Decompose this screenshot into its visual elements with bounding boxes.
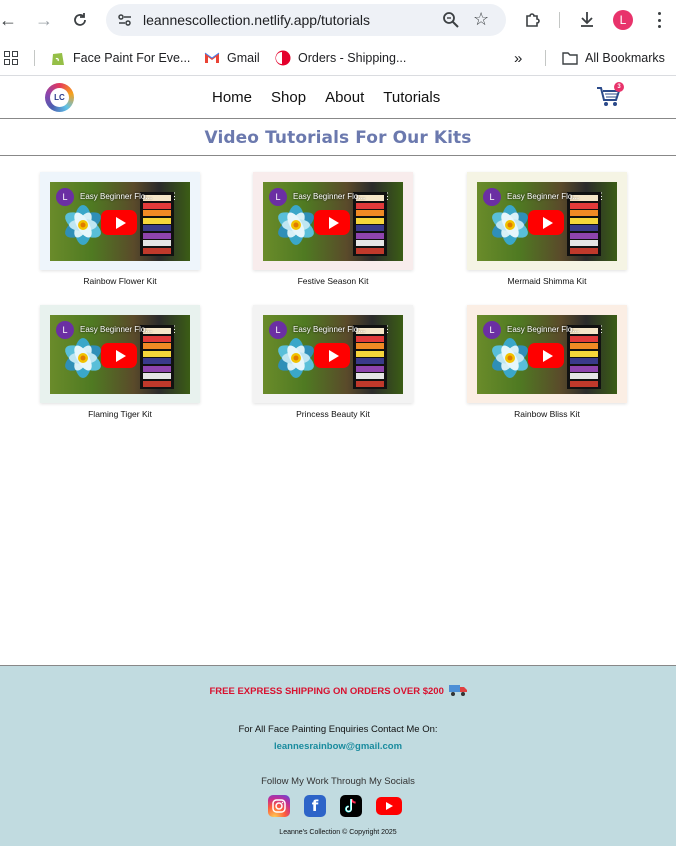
youtube-embed[interactable]: L Easy Beginner Flo... ⋮ (263, 315, 403, 394)
bookmark-star-icon[interactable]: ☆ (473, 9, 489, 30)
play-button[interactable] (314, 210, 350, 235)
page-title: Video Tutorials For Our Kits (204, 128, 472, 148)
shopify-icon (50, 50, 66, 66)
video-card: L Easy Beginner Flo... ⋮ (467, 172, 627, 270)
play-button[interactable] (101, 343, 137, 368)
video-title[interactable]: Easy Beginner Flo... (80, 192, 152, 201)
address-bar[interactable]: leannescollection.netlify.app/tutorials … (106, 4, 506, 36)
video-card: L Easy Beginner Flo... ⋮ (253, 172, 413, 270)
kit-label: Festive Season Kit (297, 276, 369, 286)
channel-avatar[interactable]: L (269, 188, 287, 206)
kit-label: Flaming Tiger Kit (88, 409, 152, 419)
url-text[interactable]: leannescollection.netlify.app/tutorials (143, 12, 370, 28)
zoom-icon[interactable] (442, 11, 460, 29)
socials-heading: Follow My Work Through My Socials (261, 776, 415, 787)
youtube-icon[interactable] (376, 797, 402, 815)
facebook-icon[interactable]: f (304, 795, 326, 817)
tiktok-icon[interactable] (340, 795, 362, 817)
site-settings-icon[interactable] (116, 11, 134, 29)
channel-avatar[interactable]: L (56, 188, 74, 206)
back-icon[interactable]: ← (0, 8, 20, 32)
apps-icon[interactable] (4, 48, 18, 68)
nav-tutorials[interactable]: Tutorials (383, 89, 440, 106)
youtube-embed[interactable]: L Easy Beginner Flo... ⋮ (50, 315, 190, 394)
video-title[interactable]: Easy Beginner Flo... (507, 192, 579, 201)
play-button[interactable] (314, 343, 350, 368)
forward-icon[interactable]: → (32, 8, 56, 32)
video-title[interactable]: Easy Beginner Flo... (293, 325, 365, 334)
shipping-banner: FREE EXPRESS SHIPPING ON ORDERS OVER $20… (0, 684, 676, 699)
kit-label: Mermaid Shimma Kit (507, 276, 587, 286)
video-card: L Easy Beginner Flo... ⋮ (467, 305, 627, 403)
all-bookmarks[interactable]: All Bookmarks (562, 48, 665, 68)
nav-home[interactable]: Home (212, 89, 252, 106)
paint-palette (353, 192, 387, 256)
cart-count-badge: 3 (614, 82, 624, 92)
play-button[interactable] (528, 343, 564, 368)
more-bookmarks-icon[interactable]: » (514, 48, 522, 68)
channel-avatar[interactable]: L (483, 188, 501, 206)
paint-palette (353, 325, 387, 389)
truck-icon (448, 684, 467, 699)
video-title[interactable]: Easy Beginner Flo... (293, 192, 365, 201)
video-card: L Easy Beginner Flo... ⋮ (253, 305, 413, 403)
paint-palette (567, 325, 601, 389)
social-links: f (268, 795, 416, 817)
extensions-icon[interactable] (522, 8, 544, 30)
paint-palette (140, 192, 174, 256)
download-icon[interactable] (576, 8, 598, 30)
enquiries-text: For All Face Painting Enquiries Contact … (238, 724, 438, 735)
nav-about[interactable]: About (325, 89, 364, 106)
site-footer: FREE EXPRESS SHIPPING ON ORDERS OVER $20… (0, 665, 676, 846)
copyright-text: Leanne's Collection © Copyright 2025 (279, 829, 397, 836)
gmail-icon (204, 50, 220, 66)
main-nav: Home Shop About Tutorials (212, 89, 440, 106)
video-more-icon[interactable]: ⋮ (383, 324, 392, 335)
site-logo[interactable]: LC (45, 83, 74, 112)
paint-palette (140, 325, 174, 389)
video-more-icon[interactable]: ⋮ (170, 324, 179, 335)
video-more-icon[interactable]: ⋮ (383, 191, 392, 202)
video-card: L Easy Beginner Flo... ⋮ (40, 172, 200, 270)
title-divider (0, 155, 676, 156)
browser-toolbar: ← → leannescollection.netlify.app/tutori… (0, 0, 676, 40)
play-button[interactable] (528, 210, 564, 235)
contact-email-link[interactable]: leannesrainbow@gmail.com (0, 741, 676, 752)
menu-icon[interactable] (655, 9, 663, 31)
bookmark-orders[interactable]: Orders - Shipping... (275, 48, 406, 68)
instagram-icon[interactable] (268, 795, 290, 817)
kit-label: Rainbow Flower Kit (83, 276, 157, 286)
youtube-embed[interactable]: L Easy Beginner Flo... ⋮ (50, 182, 190, 261)
channel-avatar[interactable]: L (269, 321, 287, 339)
video-more-icon[interactable]: ⋮ (170, 191, 179, 202)
profile-avatar[interactable]: L (613, 10, 633, 30)
folder-icon (562, 50, 578, 66)
kit-label: Princess Beauty Kit (296, 409, 370, 419)
video-title[interactable]: Easy Beginner Flo... (507, 325, 579, 334)
youtube-embed[interactable]: L Easy Beginner Flo... ⋮ (263, 182, 403, 261)
bookmarks-bar: Face Paint For Eve... Gmail Orders - Shi… (0, 40, 676, 76)
kit-label: Rainbow Bliss Kit (514, 409, 580, 419)
channel-avatar[interactable]: L (483, 321, 501, 339)
play-button[interactable] (101, 210, 137, 235)
video-more-icon[interactable]: ⋮ (597, 191, 606, 202)
youtube-embed[interactable]: L Easy Beginner Flo... ⋮ (477, 315, 617, 394)
video-title[interactable]: Easy Beginner Flo... (80, 325, 152, 334)
paint-palette (567, 192, 601, 256)
channel-avatar[interactable]: L (56, 321, 74, 339)
video-card: L Easy Beginner Flo... ⋮ (40, 305, 200, 403)
shipping-icon (275, 50, 291, 66)
bookmark-face-paint[interactable]: Face Paint For Eve... (50, 48, 190, 68)
bookmark-gmail[interactable]: Gmail (204, 48, 260, 68)
site-header: LC Home Shop About Tutorials 3 (0, 77, 676, 119)
youtube-embed[interactable]: L Easy Beginner Flo... ⋮ (477, 182, 617, 261)
nav-shop[interactable]: Shop (271, 89, 306, 106)
reload-icon[interactable] (68, 8, 92, 32)
video-more-icon[interactable]: ⋮ (597, 324, 606, 335)
